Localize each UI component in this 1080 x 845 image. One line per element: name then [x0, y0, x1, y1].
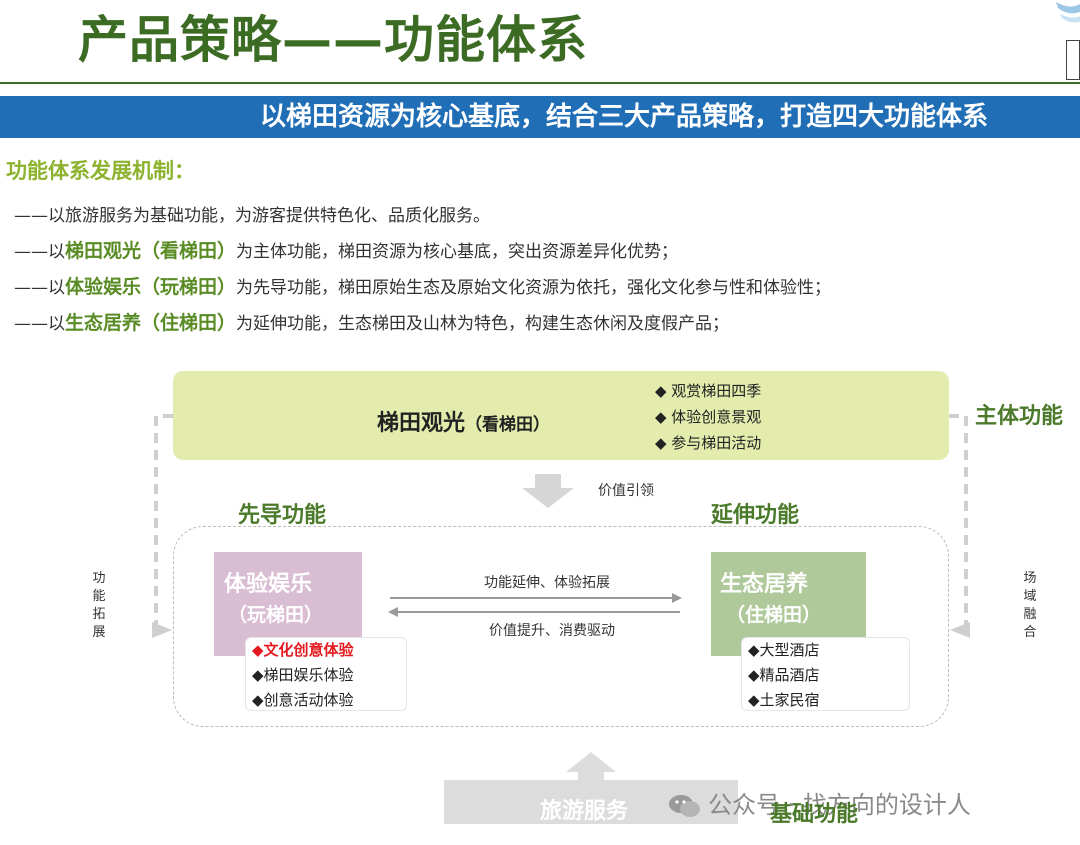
- list-item: ◆创意活动体验: [252, 691, 354, 709]
- list-item: ◆ 参与梯田活动: [655, 434, 762, 452]
- core-function-box: [173, 371, 949, 460]
- leading-function-label: 先导功能: [238, 503, 327, 528]
- list-item: ◆梯田娱乐体验: [252, 666, 354, 684]
- base-function-label: 基础功能: [770, 802, 859, 827]
- function-expand-label: 功 能 拓 展: [92, 571, 106, 640]
- value-guide-label: 价值引领: [598, 483, 654, 499]
- main-function-label: 主体功能: [975, 404, 1064, 429]
- core-function-list: ◆ 观赏梯田四季 ◆ 体验创意景观 ◆ 参与梯田活动: [655, 378, 761, 456]
- tourism-service-title: 旅游服务: [540, 799, 629, 824]
- list-item: ◆大型酒店: [748, 641, 820, 659]
- extension-function-label: 延伸功能: [711, 503, 800, 528]
- extend-arrow-label: 功能延伸、体验拓展: [484, 575, 610, 591]
- list-item: ◆精品酒店: [748, 666, 820, 684]
- value-arrow-label: 价值提升、消费驱动: [489, 623, 615, 639]
- eco-living-list: ◆大型酒店 ◆精品酒店 ◆土家民宿: [741, 637, 910, 711]
- field-integration-label: 场 域 融 合: [1023, 571, 1037, 640]
- experience-title: 体验娱乐: [224, 572, 313, 597]
- list-item: ◆土家民宿: [748, 691, 820, 709]
- experience-subtitle: （玩梯田）: [228, 604, 324, 626]
- list-item: ◆ 体验创意景观: [655, 408, 762, 426]
- eco-living-title: 生态居养: [720, 572, 809, 597]
- core-function-title: 梯田观光（看梯田）: [377, 411, 551, 436]
- wechat-icon: [669, 795, 700, 817]
- list-item: ◆文化创意体验: [252, 641, 354, 659]
- list-item: ◆ 观赏梯田四季: [655, 382, 762, 400]
- experience-list: ◆文化创意体验 ◆梯田娱乐体验 ◆创意活动体验: [245, 637, 407, 711]
- eco-living-subtitle: （住梯田）: [726, 604, 822, 626]
